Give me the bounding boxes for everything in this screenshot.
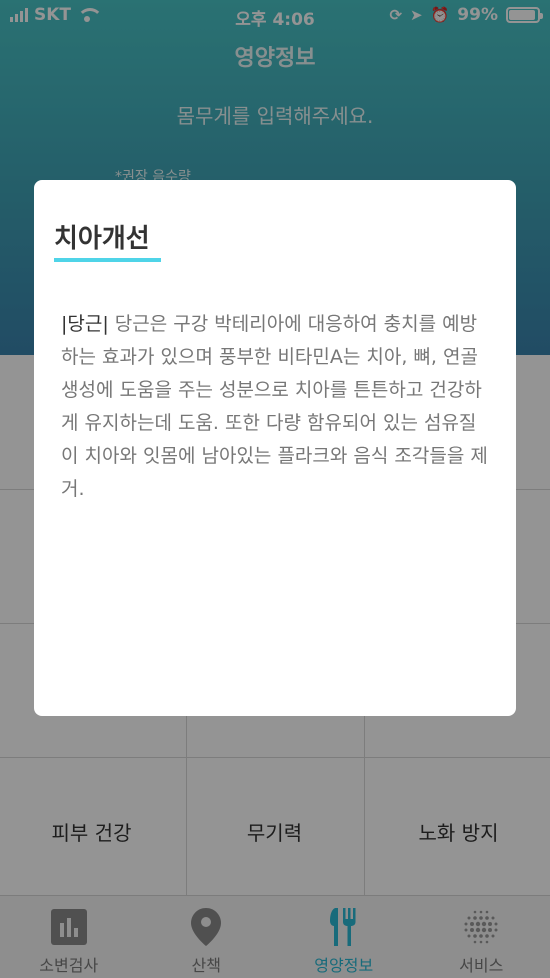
info-modal: 치아개선 |당근| 당근은 구강 박테리아에 대응하여 충치를 예방하는 효과가… <box>34 180 516 716</box>
modal-title-underline <box>54 258 161 262</box>
modal-keyword: |당근| <box>61 313 109 335</box>
modal-title: 치아개선 <box>54 224 150 254</box>
modal-text: 당근은 구강 박테리아에 대응하여 충치를 예방하는 효과가 있으며 풍부한 비… <box>61 313 488 500</box>
modal-body: |당근| 당근은 구강 박테리아에 대응하여 충치를 예방하는 효과가 있으며 … <box>61 308 493 506</box>
